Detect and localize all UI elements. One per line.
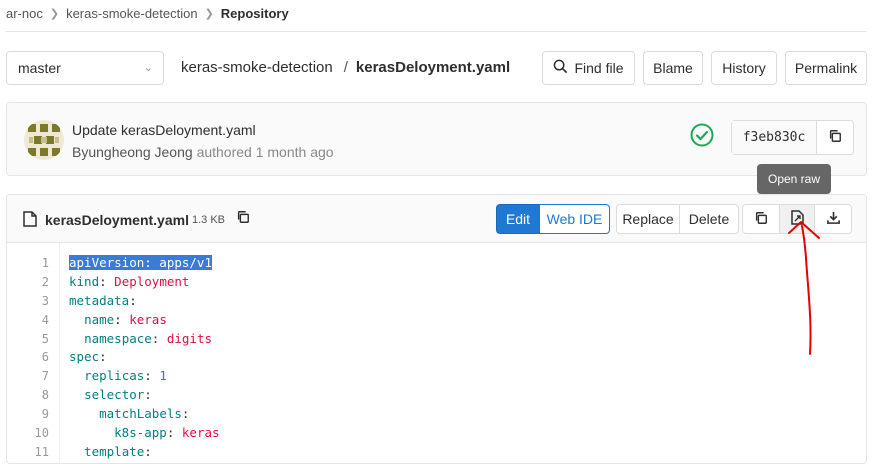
- line-number[interactable]: 10: [35, 426, 49, 440]
- code-line: apiVersion: apps/v1: [69, 255, 212, 270]
- copy-icon: [754, 211, 768, 228]
- chevron-right-icon: ❯: [49, 7, 60, 20]
- permalink-button[interactable]: Permalink: [785, 51, 867, 85]
- selected-text: apiVersion: apps/v1: [69, 255, 212, 270]
- commit-author-link[interactable]: Byungheong Jeong: [72, 144, 193, 160]
- open-raw-tooltip: Open raw: [757, 164, 831, 199]
- line-number[interactable]: 8: [42, 388, 49, 402]
- file-header: kerasDeloyment.yaml 1.3 KB Edit Web IDE …: [7, 195, 866, 243]
- last-commit-panel: Update kerasDeloyment.yaml Byungheong Je…: [6, 102, 867, 176]
- code-line: k8s-app: keras: [114, 425, 220, 440]
- permalink-label: Permalink: [794, 60, 858, 76]
- branch-dropdown[interactable]: master ⌄: [6, 51, 164, 85]
- code-line: metadata:: [69, 293, 137, 308]
- find-file-button[interactable]: Find file: [542, 51, 635, 85]
- pipeline-passed-icon[interactable]: [690, 123, 714, 147]
- line-number[interactable]: 1: [42, 256, 49, 270]
- raw-file-icon: [790, 210, 804, 228]
- code-line: namespace: digits: [84, 331, 213, 346]
- code-line: kind: Deployment: [69, 274, 190, 289]
- download-icon: [826, 210, 841, 228]
- line-number[interactable]: 11: [35, 445, 49, 459]
- commit-authored-time: authored 1 month ago: [196, 144, 334, 160]
- breadcrumb-repository[interactable]: Repository: [221, 6, 289, 21]
- open-raw-button[interactable]: [779, 204, 815, 234]
- blame-button[interactable]: Blame: [643, 51, 703, 85]
- divider: [6, 31, 866, 32]
- file-path: keras-smoke-detection / kerasDeloyment.y…: [181, 59, 510, 76]
- web-ide-label: Web IDE: [546, 211, 603, 227]
- copy-sha-button[interactable]: [817, 121, 853, 154]
- edit-label: Edit: [505, 211, 531, 227]
- delete-button[interactable]: Delete: [679, 204, 739, 234]
- line-number[interactable]: 2: [42, 275, 49, 289]
- blame-label: Blame: [653, 60, 693, 76]
- code-line: replicas: 1: [84, 368, 167, 383]
- avatar[interactable]: [24, 120, 64, 160]
- line-number-gutter: 1 2 3 4 5 6 7 8 9 10 11: [7, 243, 60, 463]
- history-button[interactable]: History: [711, 51, 777, 85]
- path-file-name: kerasDeloyment.yaml: [355, 59, 511, 76]
- replace-label: Replace: [622, 211, 674, 227]
- line-number[interactable]: 7: [42, 369, 49, 383]
- replace-button[interactable]: Replace: [616, 204, 680, 234]
- search-icon: [553, 59, 568, 77]
- path-separator: /: [343, 59, 348, 76]
- path-repo-link[interactable]: keras-smoke-detection: [181, 59, 333, 76]
- line-number[interactable]: 3: [42, 294, 49, 308]
- history-label: History: [722, 60, 766, 76]
- file-icon: [23, 211, 37, 230]
- breadcrumb-group[interactable]: ar-noc: [6, 6, 43, 21]
- file-name: kerasDeloyment.yaml: [45, 212, 189, 228]
- chevron-down-icon: ⌄: [143, 62, 153, 74]
- file-viewer: kerasDeloyment.yaml 1.3 KB Edit Web IDE …: [6, 194, 867, 464]
- find-file-label: Find file: [574, 60, 624, 76]
- breadcrumb-project[interactable]: keras-smoke-detection: [66, 6, 198, 21]
- chevron-right-icon: ❯: [204, 7, 214, 20]
- edit-button[interactable]: Edit: [496, 204, 540, 234]
- line-number[interactable]: 5: [42, 332, 49, 346]
- line-number[interactable]: 4: [42, 313, 49, 327]
- line-number[interactable]: 9: [42, 407, 49, 421]
- branch-name: master: [18, 60, 61, 76]
- code-line: matchLabels:: [99, 406, 190, 421]
- commit-meta: Byungheong Jeong authored 1 month ago: [72, 144, 334, 160]
- code-line: selector:: [84, 387, 152, 402]
- code-content[interactable]: 1 2 3 4 5 6 7 8 9 10 11 apiVersion: apps…: [7, 243, 866, 463]
- line-number[interactable]: 6: [42, 350, 49, 364]
- delete-label: Delete: [688, 211, 730, 227]
- web-ide-button[interactable]: Web IDE: [539, 204, 610, 234]
- code-line: name: keras: [84, 312, 167, 327]
- commit-sha-group: f3eb830c: [731, 120, 854, 155]
- commit-sha-link[interactable]: f3eb830c: [732, 121, 817, 154]
- copy-file-path-button[interactable]: [236, 210, 250, 227]
- copy-contents-button[interactable]: [742, 204, 780, 234]
- copy-icon: [828, 129, 842, 146]
- file-size: 1.3 KB: [192, 214, 226, 226]
- breadcrumb: ar-noc ❯ keras-smoke-detection ❯ Reposit…: [6, 4, 289, 22]
- code-line: spec:: [69, 349, 107, 364]
- download-button[interactable]: [814, 204, 852, 234]
- commit-title-link[interactable]: Update kerasDeloyment.yaml: [72, 122, 256, 138]
- code-line: template:: [84, 444, 152, 459]
